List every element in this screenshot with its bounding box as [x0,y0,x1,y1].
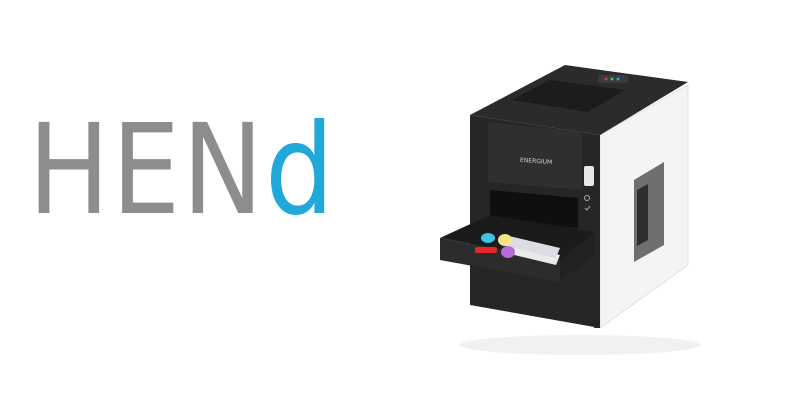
display-screen [584,166,594,186]
tube-cap-purple [501,246,515,258]
device-shadow [460,335,700,355]
hend-logo: HENd [28,108,336,233]
analyzer-device-image: ENERGIUM [440,65,700,355]
logo-text-hen: HEN [28,98,266,243]
tube-cap-blue [481,233,495,243]
tube-cap-yellow [498,234,512,246]
logo-text-d: d [265,98,336,243]
tube-cap-red [475,247,497,253]
